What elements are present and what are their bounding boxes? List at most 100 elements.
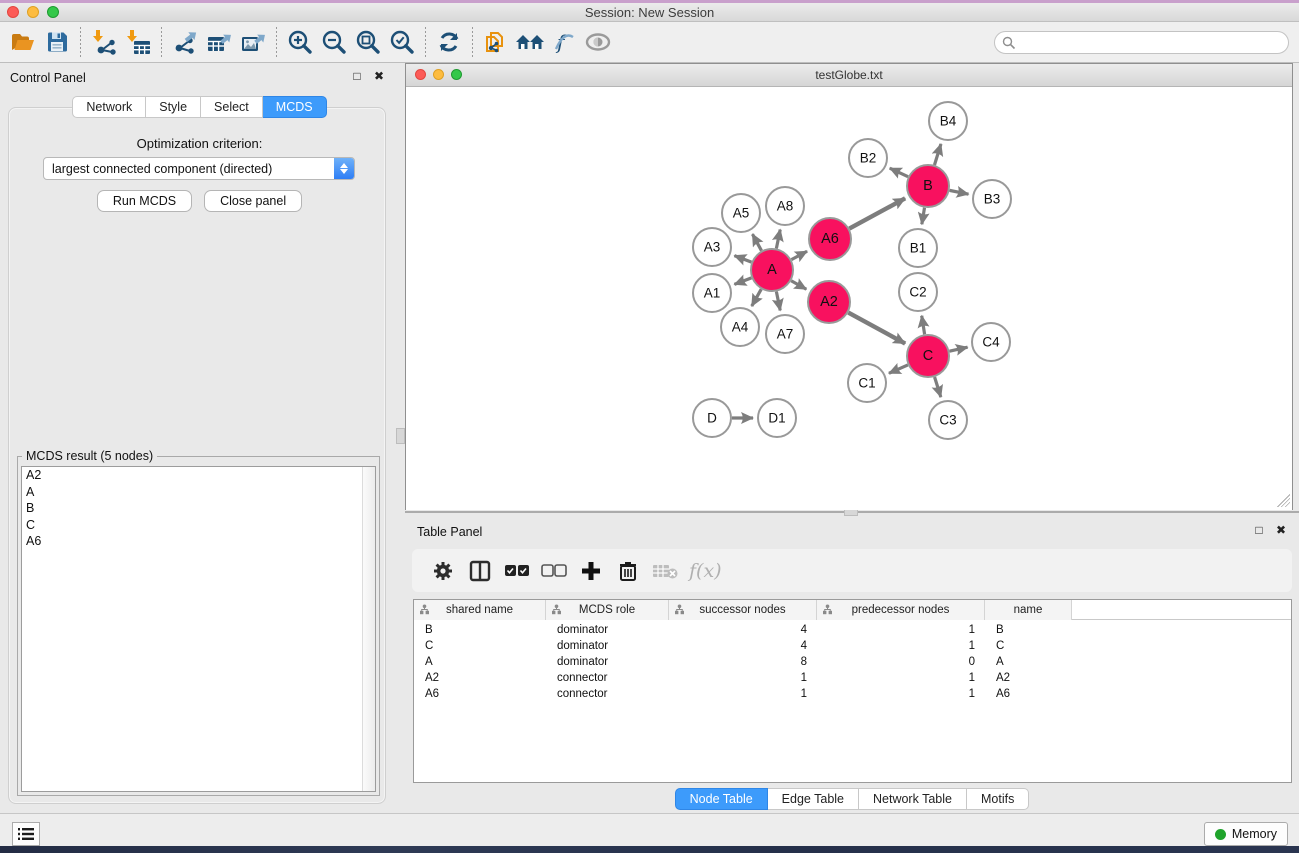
edge-C-C3[interactable]	[935, 377, 941, 397]
column-header-shared-name[interactable]: shared name	[414, 600, 546, 620]
edge-A-A7[interactable]	[776, 292, 780, 311]
edge-A-A2[interactable]	[791, 281, 806, 290]
node-C3[interactable]: C3	[929, 401, 967, 439]
cell-successor-nodes[interactable]: 8	[669, 654, 817, 670]
vertical-splitter-handle[interactable]	[396, 428, 405, 444]
node-C[interactable]: C	[907, 335, 949, 377]
import-table-icon[interactable]	[121, 26, 155, 58]
edge-A-A3[interactable]	[734, 256, 751, 263]
node-C1[interactable]: C1	[848, 364, 886, 402]
import-network-icon[interactable]	[87, 26, 121, 58]
cell-successor-nodes[interactable]: 1	[669, 686, 817, 702]
search-input[interactable]	[994, 31, 1289, 54]
node-B3[interactable]: B3	[973, 180, 1011, 218]
mcds-result-item[interactable]: A6	[22, 533, 375, 550]
deselect-all-checkboxes-icon[interactable]	[535, 554, 572, 588]
cell-predecessor-nodes[interactable]: 0	[817, 654, 985, 670]
memory-button[interactable]: Memory	[1204, 822, 1288, 846]
cell-shared-name[interactable]: B	[414, 622, 546, 638]
select-all-checkboxes-icon[interactable]	[498, 554, 535, 588]
cell-mcds-role[interactable]: connector	[546, 686, 669, 702]
cell-shared-name[interactable]: C	[414, 638, 546, 654]
new-network-from-selection-icon[interactable]	[479, 26, 513, 58]
column-header-successor-nodes[interactable]: successor nodes	[669, 600, 817, 620]
add-column-icon[interactable]	[572, 554, 609, 588]
network-window-titlebar[interactable]: testGlobe.txt	[406, 64, 1292, 87]
edge-C-C1[interactable]	[889, 365, 908, 373]
tab-mcds[interactable]: MCDS	[263, 96, 327, 118]
open-icon[interactable]	[6, 26, 40, 58]
tab-network-table[interactable]: Network Table	[859, 788, 967, 810]
node-B[interactable]: B	[907, 165, 949, 207]
close-panel-icon[interactable]: ✖	[373, 70, 385, 82]
zoom-selected-icon[interactable]	[385, 26, 419, 58]
edge-B-B2[interactable]	[890, 168, 908, 177]
zoom-in-icon[interactable]	[283, 26, 317, 58]
cell-successor-nodes[interactable]: 1	[669, 670, 817, 686]
edge-A-A1[interactable]	[734, 278, 751, 285]
gear-icon[interactable]	[424, 554, 461, 588]
node-C4[interactable]: C4	[972, 323, 1010, 361]
node-A3[interactable]: A3	[693, 228, 731, 266]
annotations-eye-icon[interactable]	[581, 26, 615, 58]
cell-name[interactable]: B	[985, 622, 1072, 638]
task-history-button[interactable]	[12, 822, 40, 846]
node-B2[interactable]: B2	[849, 139, 887, 177]
table-row[interactable]: Bdominator41B	[414, 622, 1291, 638]
edge-C-C4[interactable]	[949, 347, 967, 351]
edge-A-A4[interactable]	[752, 289, 761, 306]
table-row[interactable]: A6connector11A6	[414, 686, 1291, 702]
cell-name[interactable]: C	[985, 638, 1072, 654]
node-A2[interactable]: A2	[808, 281, 850, 323]
save-icon[interactable]	[40, 26, 74, 58]
mcds-result-item[interactable]: A2	[22, 467, 375, 484]
edge-A-A6[interactable]	[791, 251, 807, 259]
cell-successor-nodes[interactable]: 4	[669, 638, 817, 654]
column-header-name[interactable]: name	[985, 600, 1072, 620]
edge-A6-B[interactable]	[849, 198, 905, 228]
cell-successor-nodes[interactable]: 4	[669, 622, 817, 638]
export-image-icon[interactable]	[236, 26, 270, 58]
cell-shared-name[interactable]: A6	[414, 686, 546, 702]
edge-B-B4[interactable]	[934, 144, 940, 165]
cell-mcds-role[interactable]: dominator	[546, 638, 669, 654]
node-A5[interactable]: A5	[722, 194, 760, 232]
table-row[interactable]: Adominator80A	[414, 654, 1291, 670]
cell-mcds-role[interactable]: dominator	[546, 654, 669, 670]
apply-layout-icon[interactable]	[432, 26, 466, 58]
node-A4[interactable]: A4	[721, 308, 759, 346]
criterion-dropdown[interactable]: largest connected component (directed)	[43, 157, 355, 180]
edge-B-B3[interactable]	[950, 190, 969, 194]
node-D1[interactable]: D1	[758, 399, 796, 437]
tab-edge-table[interactable]: Edge Table	[768, 788, 859, 810]
cell-shared-name[interactable]: A	[414, 654, 546, 670]
tab-node-table[interactable]: Node Table	[675, 788, 768, 810]
node-A[interactable]: A	[751, 249, 793, 291]
function-builder-icon[interactable]: f(x)	[689, 560, 722, 582]
float-panel-icon[interactable]: □	[1253, 524, 1265, 536]
cell-mcds-role[interactable]: dominator	[546, 622, 669, 638]
node-A7[interactable]: A7	[766, 315, 804, 353]
node-B1[interactable]: B1	[899, 229, 937, 267]
window-resize-grip[interactable]	[1277, 494, 1290, 507]
cell-name[interactable]: A	[985, 654, 1072, 670]
column-header-mcds-role[interactable]: MCDS role	[546, 600, 669, 620]
network-canvas[interactable]: AA1A2A3A4A5A6A7A8BB1B2B3B4CC1C2C3C4DD1	[406, 88, 1292, 510]
mcds-result-item[interactable]: A	[22, 484, 375, 501]
delete-table-icon[interactable]	[646, 554, 683, 588]
mcds-result-scrollbar[interactable]	[362, 467, 375, 791]
node-B4[interactable]: B4	[929, 102, 967, 140]
tab-select[interactable]: Select	[201, 96, 263, 118]
cell-predecessor-nodes[interactable]: 1	[817, 670, 985, 686]
zoom-out-icon[interactable]	[317, 26, 351, 58]
cell-mcds-role[interactable]: connector	[546, 670, 669, 686]
mcds-result-item[interactable]: C	[22, 517, 375, 534]
cell-predecessor-nodes[interactable]: 1	[817, 622, 985, 638]
edge-C-C2[interactable]	[922, 316, 925, 335]
table-row[interactable]: Cdominator41C	[414, 638, 1291, 654]
cell-name[interactable]: A2	[985, 670, 1072, 686]
mcds-result-item[interactable]: B	[22, 500, 375, 517]
run-mcds-button[interactable]: Run MCDS	[97, 190, 192, 212]
delete-column-icon[interactable]	[609, 554, 646, 588]
tab-motifs[interactable]: Motifs	[967, 788, 1029, 810]
